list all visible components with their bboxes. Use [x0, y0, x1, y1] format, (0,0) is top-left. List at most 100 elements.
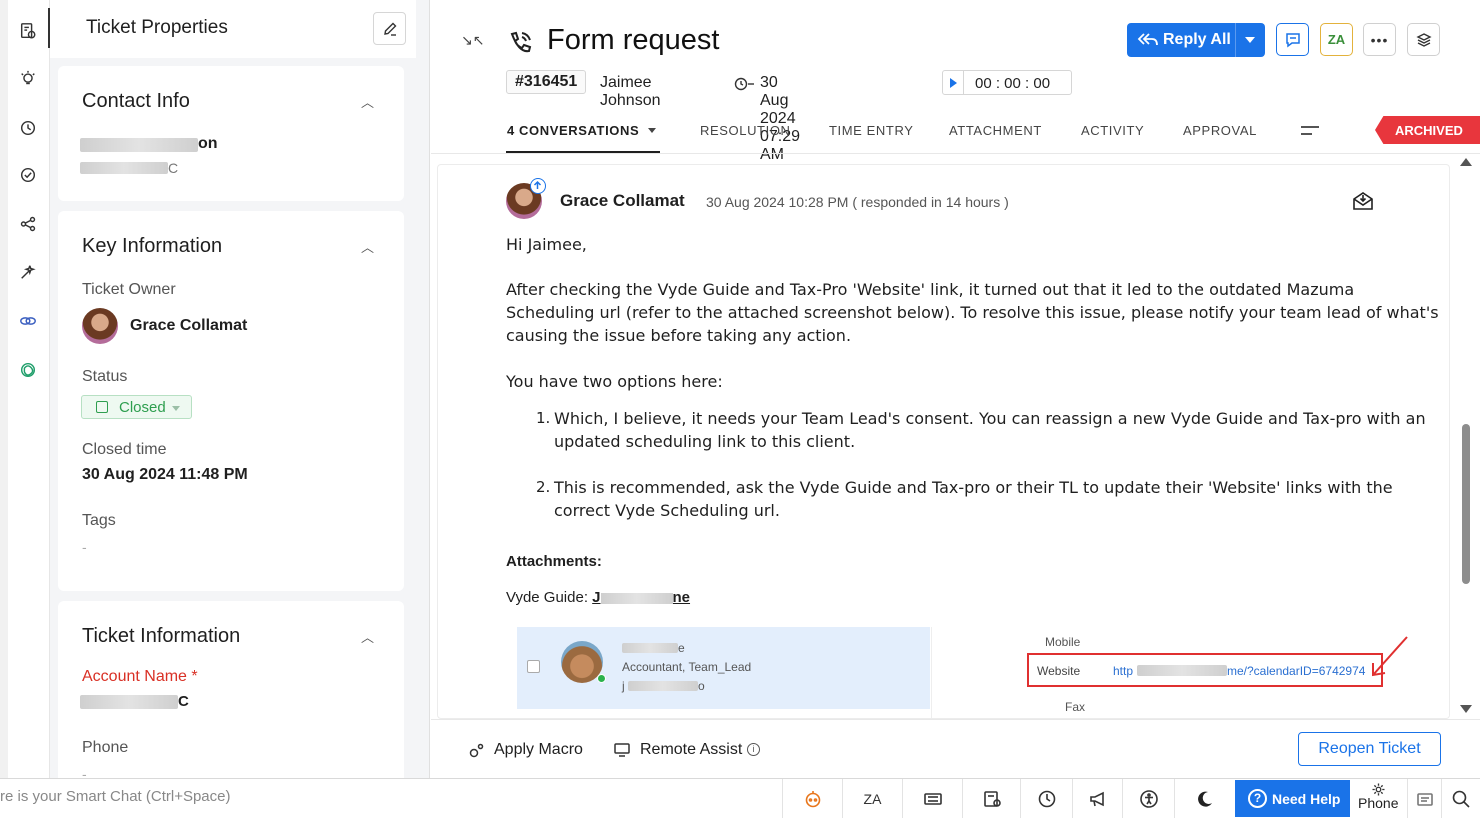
layers-button[interactable]	[1407, 23, 1440, 56]
collapse-chevron-icon[interactable]: ︿	[361, 92, 374, 111]
ticket-form-button[interactable]	[962, 779, 1020, 818]
check-circle-icon[interactable]	[17, 164, 39, 186]
link-icon[interactable]	[17, 310, 39, 332]
zia-bar-button[interactable]: ZA	[842, 779, 902, 818]
tab-conversations[interactable]: 4 CONVERSATIONS	[507, 123, 639, 138]
conversation-scrollbar[interactable]	[1458, 156, 1474, 718]
active-tab-indicator	[506, 151, 660, 153]
tab-resolution[interactable]: RESOLUTION	[700, 123, 791, 138]
share-icon[interactable]	[17, 213, 39, 235]
ai-assistant-icon[interactable]	[17, 359, 39, 381]
search-icon	[1452, 790, 1470, 808]
tab-attachment[interactable]: ATTACHMENT	[949, 123, 1042, 138]
phone-label: Phone	[82, 739, 129, 756]
need-help-label: Need Help	[1272, 791, 1341, 807]
status-closed-icon	[96, 401, 108, 413]
need-help-button[interactable]: ? Need Help	[1235, 780, 1350, 817]
email-open-icon[interactable]	[1352, 191, 1374, 211]
status-dropdown[interactable]: Closed	[81, 395, 192, 419]
vyde-guide-name-end[interactable]: ne	[673, 589, 691, 606]
clock-button[interactable]	[1020, 779, 1072, 818]
ticket-properties-panel: Ticket Properties Contact Info ︿ on C Ke…	[50, 0, 430, 778]
collapse-chevron-icon[interactable]: ︿	[361, 237, 374, 256]
redacted-guide-name	[600, 592, 673, 604]
comment-button[interactable]	[1276, 23, 1309, 56]
redacted-contact-name	[80, 138, 198, 152]
collapse-icon[interactable]: ↘↖	[461, 32, 484, 49]
scroll-down-arrow-icon[interactable]	[1460, 705, 1472, 713]
remote-assist-button[interactable]: Remote Assist	[640, 741, 742, 759]
screenshot-profile-fields: Mobile Website http me/?calendarID=67429…	[931, 627, 1449, 718]
search-button[interactable]	[1441, 779, 1480, 818]
mobile-label: Mobile	[1045, 635, 1081, 649]
website-highlight-box: Website http me/?calendarID=6742974	[1027, 636, 1408, 687]
tab-activity[interactable]: ACTIVITY	[1081, 123, 1144, 138]
list-number: 1.	[536, 409, 551, 427]
tab-approval[interactable]: APPROVAL	[1183, 123, 1257, 138]
sender-name[interactable]: Grace Collamat	[560, 191, 685, 211]
archived-ribbon: ARCHIVED	[1375, 116, 1480, 144]
dark-mode-button[interactable]	[1174, 779, 1235, 818]
global-bottom-bar: re is your Smart Chat (Ctrl+Space) ZA ? …	[0, 778, 1480, 818]
tab-time-entry[interactable]: TIME ENTRY	[829, 123, 914, 138]
properties-title: Ticket Properties	[86, 17, 228, 38]
tags-value[interactable]: -	[82, 539, 87, 555]
zia-button[interactable]: ZA	[1320, 23, 1353, 56]
account-name-label: Account Name *	[82, 668, 198, 685]
notes-button[interactable]	[1407, 779, 1441, 818]
ticket-information-title: Ticket Information	[82, 625, 241, 647]
play-icon[interactable]	[950, 78, 957, 88]
monitor-icon	[614, 743, 630, 757]
reply-options-chevron-icon[interactable]	[1245, 37, 1255, 43]
moon-icon	[1198, 791, 1212, 807]
fax-label: Fax	[1065, 700, 1086, 714]
bot-button[interactable]	[782, 779, 842, 818]
owner-avatar	[82, 308, 118, 344]
website-url-start: http	[1113, 664, 1134, 678]
apply-macro-button[interactable]: Apply Macro	[494, 741, 583, 759]
info-icon[interactable]: i	[747, 743, 760, 756]
list-item-line: correct Vyde Scheduling url.	[554, 501, 780, 520]
ticket-properties-icon[interactable]	[17, 20, 39, 42]
scrollbar-thumb[interactable]	[1462, 424, 1470, 584]
ticket-id[interactable]: #316451	[506, 70, 587, 94]
ticket-owner-value[interactable]: Grace Collamat	[130, 317, 247, 335]
macro-gear-icon	[469, 743, 484, 758]
magic-wand-icon[interactable]	[17, 261, 39, 283]
ticket-tabs: 4 CONVERSATIONS RESOLUTION TIME ENTRY AT…	[431, 112, 1480, 154]
user-email-end: o	[698, 679, 705, 693]
accessibility-button[interactable]	[1122, 779, 1174, 818]
reply-all-button[interactable]: Reply All	[1127, 23, 1265, 57]
ticket-detail: ↘↖ Form request Reply All ZA ••• #316451…	[431, 0, 1480, 778]
more-tabs-icon[interactable]	[1301, 126, 1319, 135]
pencil-icon	[383, 22, 396, 36]
clock-icon	[1038, 790, 1055, 807]
vyde-guide-name-start[interactable]: J	[592, 589, 600, 606]
clock-icon	[734, 77, 754, 91]
chevron-down-icon[interactable]	[648, 128, 656, 133]
greeting: Hi Jaimee,	[506, 235, 587, 254]
bulb-icon[interactable]	[17, 68, 39, 90]
edit-properties-button[interactable]	[373, 12, 406, 45]
key-information-title: Key Information	[82, 235, 223, 257]
app-nav-rail	[0, 0, 50, 778]
keyboard-button[interactable]	[902, 779, 962, 818]
account-name-suffix[interactable]: C	[178, 693, 189, 710]
company-suffix: C	[168, 160, 179, 176]
notes-icon	[1416, 792, 1433, 806]
phone-value[interactable]: -	[82, 766, 87, 778]
zia-icon: ZA	[863, 790, 882, 807]
status-label: Status	[82, 368, 128, 385]
more-options-button[interactable]: •••	[1363, 23, 1396, 56]
ticket-contact[interactable]: Jaimee Johnson	[600, 74, 661, 110]
announcement-button[interactable]	[1072, 779, 1122, 818]
scroll-up-arrow-icon[interactable]	[1460, 158, 1472, 166]
ticket-form-icon	[983, 790, 1001, 807]
reopen-ticket-button[interactable]: Reopen Ticket	[1298, 732, 1441, 766]
ticket-timer[interactable]: 00 : 00 : 00	[942, 70, 1072, 95]
history-icon[interactable]	[17, 117, 39, 139]
ticket-owner-label: Ticket Owner	[82, 281, 176, 298]
smart-chat-input[interactable]: re is your Smart Chat (Ctrl+Space)	[0, 788, 231, 805]
phone-button[interactable]: Phone	[1351, 779, 1407, 818]
collapse-chevron-icon[interactable]: ︿	[361, 627, 374, 646]
